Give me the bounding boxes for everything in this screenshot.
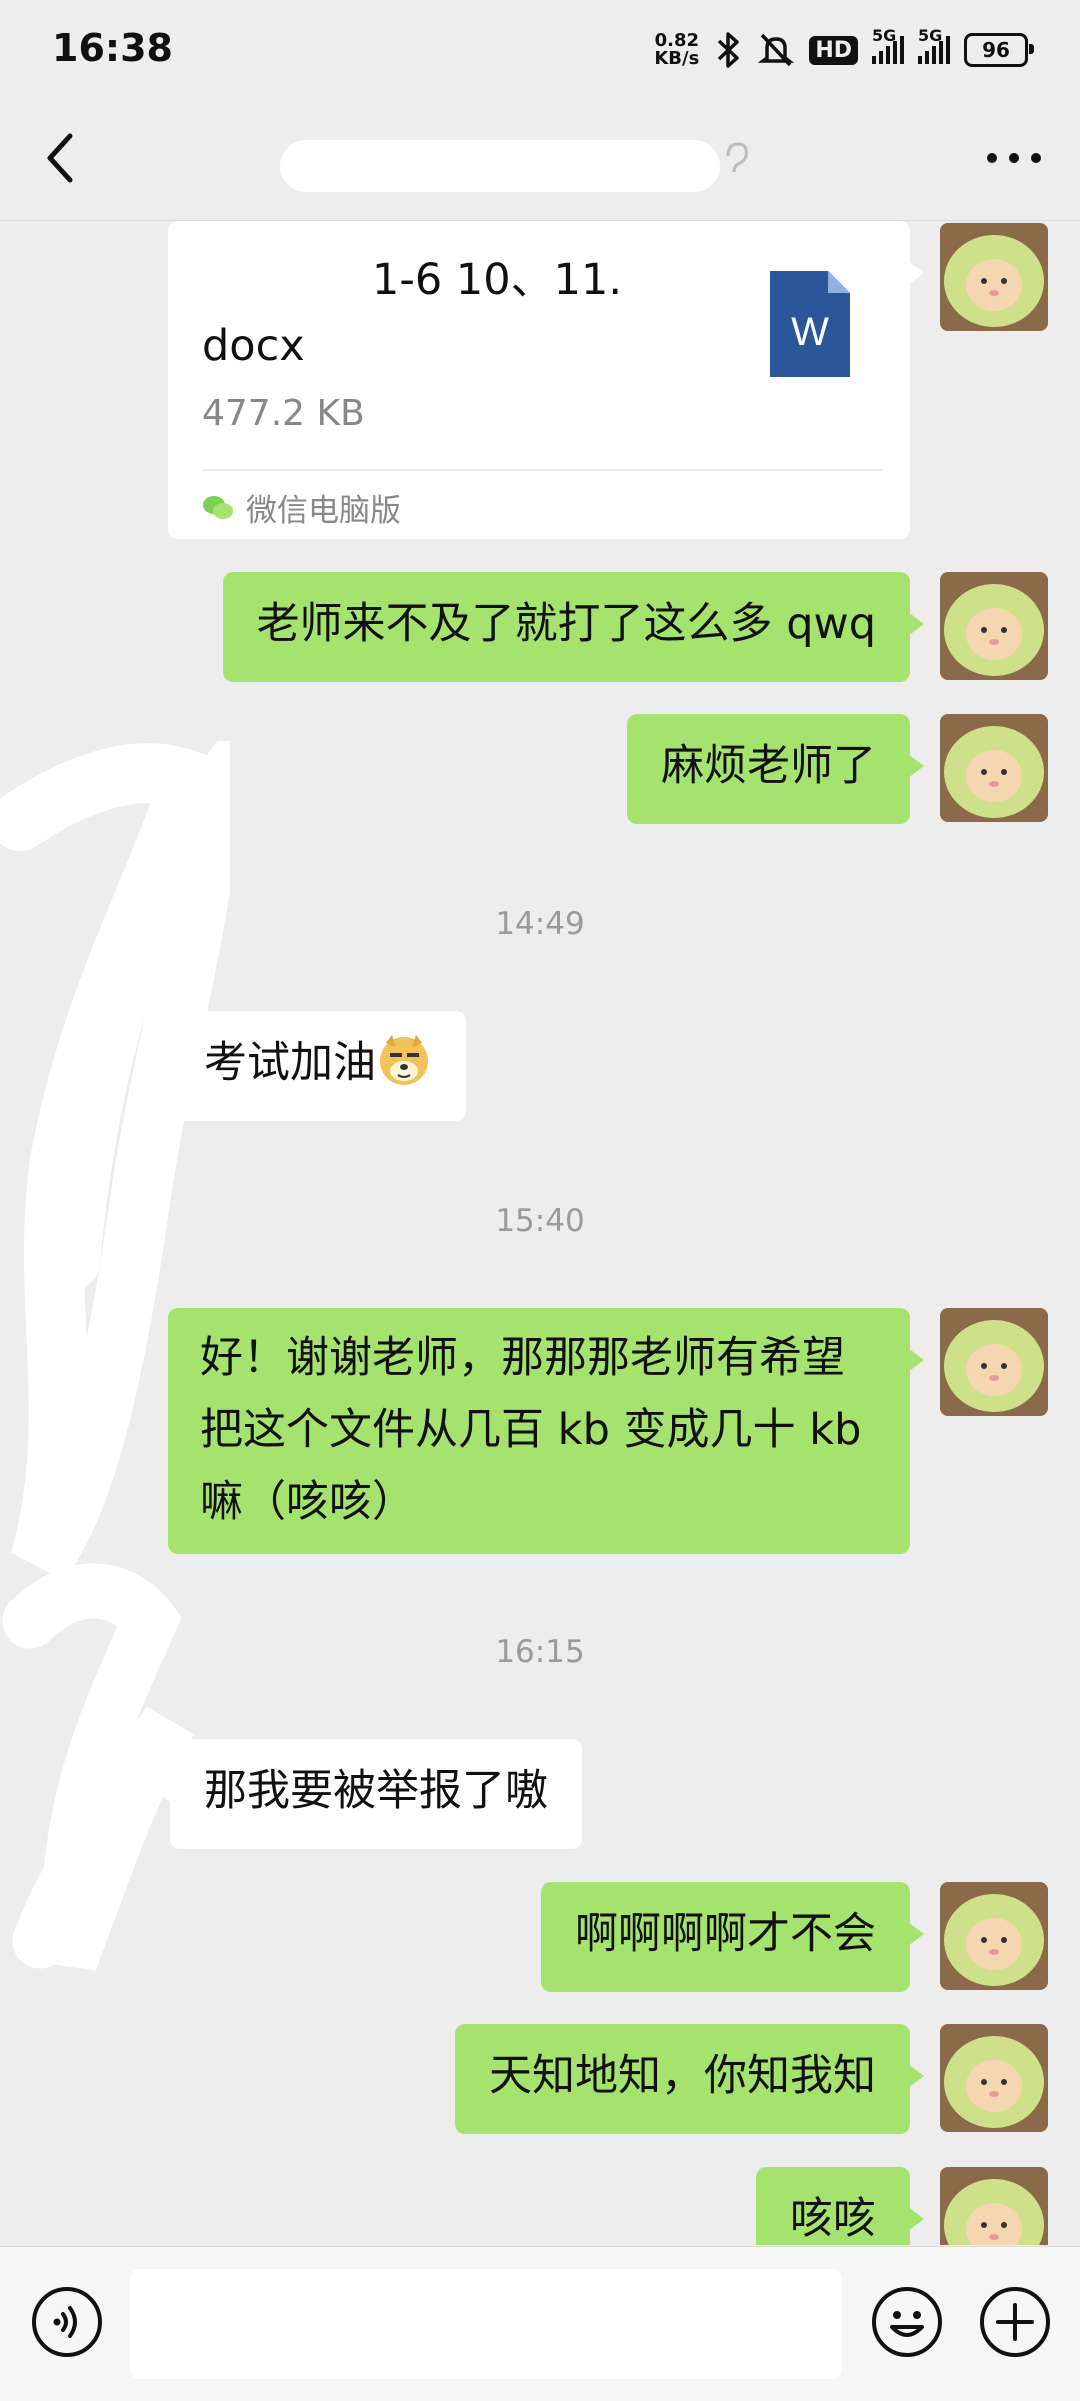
signal-icon: 5G (918, 26, 950, 64)
status-bar: 16:38 0.82 KB/s HD 5G 5G 96 (0, 0, 1080, 96)
file-name-line2: docx (202, 321, 305, 371)
message-bubble[interactable]: 天知地知，你知我知 (455, 2024, 924, 2134)
sim1-label: 5G (872, 26, 897, 45)
timestamp: 16:15 (495, 1634, 585, 1670)
avatar[interactable] (940, 1882, 1048, 1990)
plus-icon[interactable] (978, 2285, 1052, 2359)
message-bubble[interactable]: 那我要被举报了嗷 (156, 1739, 582, 1849)
avatar[interactable] (940, 572, 1048, 680)
input-bar (0, 2246, 1080, 2401)
message-text: 考试加油 (204, 1038, 376, 1088)
timestamp: 15:40 (495, 1203, 585, 1239)
file-source: 微信电脑版 (202, 485, 401, 530)
file-name: 1-6 10、11. docx (202, 247, 762, 379)
sim2-label: 5G (918, 26, 943, 45)
wechat-icon (203, 495, 233, 519)
avatar[interactable] (940, 1308, 1048, 1416)
message-line: 嘛（咳咳） (200, 1477, 415, 1527)
message-input[interactable] (130, 2269, 842, 2379)
mute-icon (758, 33, 795, 67)
status-icons: 0.82 KB/s HD 5G 5G 96 (654, 26, 1034, 72)
earpiece-icon (726, 142, 748, 173)
battery-level: 96 (982, 38, 1010, 62)
message-bubble[interactable]: 好！谢谢老师，那那那老师有希望 把这个文件从几百 kb 变成几十 kb 嘛（咳咳… (168, 1308, 924, 1554)
message-bubble[interactable]: 考试加油 (156, 1011, 466, 1121)
message-line: 好！谢谢老师，那那那老师有希望 (200, 1333, 845, 1383)
message-bubble[interactable]: 麻烦老师了 (627, 714, 924, 824)
divider (202, 469, 882, 471)
file-source-label: 微信电脑版 (246, 493, 401, 529)
voice-icon[interactable] (30, 2285, 104, 2359)
avatar[interactable] (940, 2024, 1048, 2132)
message-bubble[interactable]: 咳咳 (756, 2167, 924, 2245)
chat-header (0, 96, 1080, 221)
message-bubble[interactable]: 啊啊啊啊才不会 (541, 1882, 924, 1992)
avatar[interactable] (940, 223, 1048, 331)
signal-icon: 5G (872, 26, 904, 64)
hd-icon: HD (809, 35, 858, 65)
chat-title (280, 126, 750, 196)
word-file-icon: W (770, 271, 850, 377)
message-list[interactable]: 1-6 10、11. docx W 477.2 KB 微信电脑版 老师来不及了就… (0, 221, 1080, 2245)
message-bubble[interactable]: 老师来不及了就打了这么多 qwq (222, 572, 925, 682)
file-size: 477.2 KB (202, 393, 365, 434)
net-speed: 0.82 KB/s (654, 32, 699, 68)
timestamp: 14:49 (495, 906, 585, 942)
file-message[interactable]: 1-6 10、11. docx W 477.2 KB 微信电脑版 (168, 221, 924, 539)
chevron-left-icon[interactable] (34, 122, 90, 194)
redacted-name (280, 140, 720, 192)
emoji-icon[interactable] (870, 2285, 944, 2359)
doge-emoji (380, 1035, 428, 1085)
battery-icon: 96 (964, 33, 1034, 67)
svg-text:W: W (791, 310, 829, 354)
file-name-line1: 1-6 10、11. (372, 255, 623, 305)
message-line: 把这个文件从几百 kb 变成几十 kb (200, 1405, 862, 1455)
status-time: 16:38 (52, 26, 173, 70)
more-icon[interactable] (984, 146, 1044, 170)
avatar[interactable] (940, 714, 1048, 822)
net-speed-unit: KB/s (654, 48, 700, 69)
avatar[interactable] (940, 2167, 1048, 2245)
bluetooth-icon (718, 32, 740, 68)
